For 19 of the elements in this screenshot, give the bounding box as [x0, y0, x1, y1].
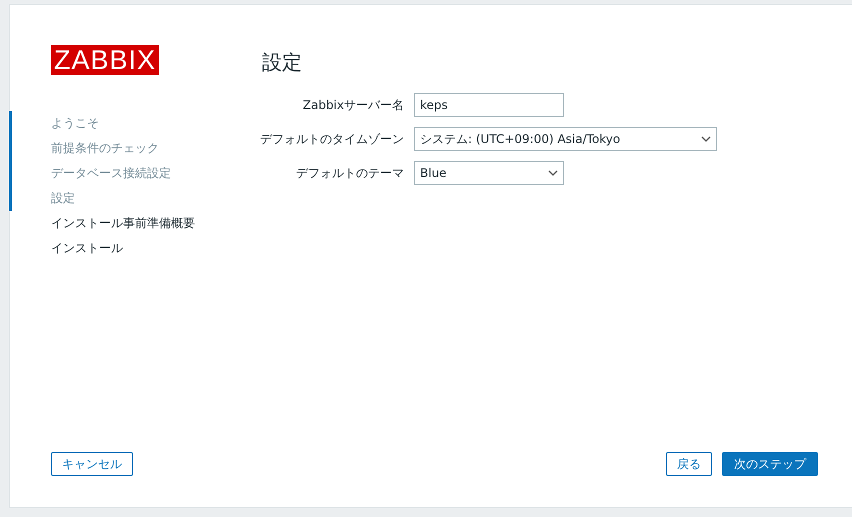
back-button[interactable]: 戻る: [666, 452, 712, 476]
step-item: 設定: [50, 190, 76, 207]
zabbix-logo: ZABBIX: [51, 45, 160, 75]
field-label: デフォルトのテーマ: [295, 164, 404, 182]
dropdown[interactable]: システム: (UTC+09:00) Asia/Tokyo: [414, 127, 717, 151]
page-heading: 設定: [262, 49, 303, 76]
input-field[interactable]: keps: [414, 93, 564, 117]
step-item: 前提条件のチェック: [50, 140, 160, 157]
next-button[interactable]: 次のステップ: [722, 452, 818, 476]
chevron-down-icon: [548, 170, 558, 176]
field-label: Zabbixサーバー名: [302, 96, 404, 114]
dropdown[interactable]: Blue: [414, 161, 564, 185]
step-item: データベース接続設定: [50, 165, 172, 182]
field-label: デフォルトのタイムゾーン: [260, 130, 404, 148]
cancel-button[interactable]: キャンセル: [51, 452, 133, 476]
step-item: ようこそ: [50, 115, 100, 132]
step-item: インストール: [50, 240, 124, 257]
chevron-down-icon: [701, 136, 711, 142]
step-item: インストール事前準備概要: [50, 215, 196, 232]
